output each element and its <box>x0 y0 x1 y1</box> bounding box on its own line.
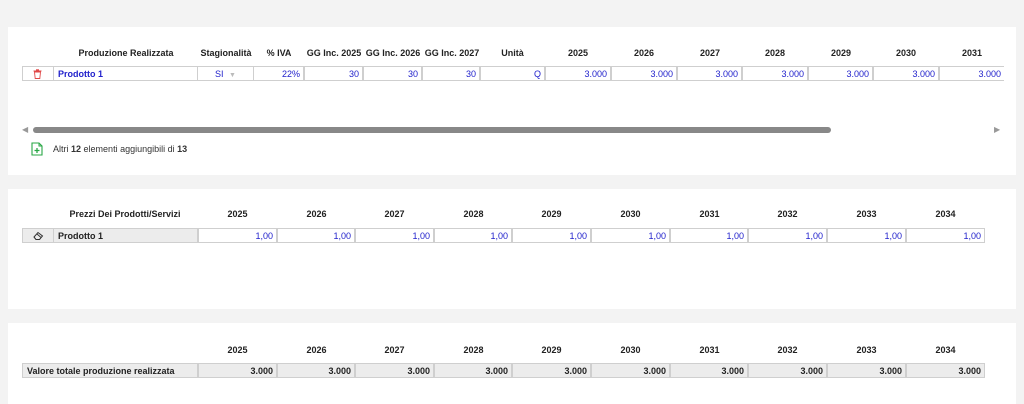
eraser-icon[interactable] <box>32 230 44 241</box>
header-year: 2031 <box>699 209 720 219</box>
scroll-left-arrow[interactable]: ◀ <box>22 125 28 134</box>
value-input[interactable]: 3.000 <box>611 66 677 81</box>
header-year: 2027 <box>384 209 405 219</box>
price-input[interactable]: 1,00 <box>591 228 670 243</box>
header-gg-2027: GG Inc. 2027 <box>424 48 480 58</box>
price-input[interactable]: 1,00 <box>355 228 434 243</box>
total-value: 3.000 <box>670 363 748 378</box>
value-input[interactable]: 3.000 <box>873 66 939 81</box>
header-year: 2029 <box>541 345 562 355</box>
total-value: 3.000 <box>277 363 355 378</box>
note-prefix: Altri <box>53 144 69 154</box>
total-value: 3.000 <box>827 363 906 378</box>
value-input[interactable]: 3.000 <box>939 66 1004 81</box>
unit-input[interactable]: Q <box>480 66 545 81</box>
header-year: 2027 <box>384 345 405 355</box>
header-year: 2030 <box>620 209 641 219</box>
prices-card <box>8 189 1016 309</box>
note-middle: elementi aggiungibili di <box>83 144 175 154</box>
prices-title: Prezzi Dei Prodotti/Servizi <box>69 209 181 219</box>
price-input[interactable]: 1,00 <box>827 228 906 243</box>
header-year: 2032 <box>777 209 798 219</box>
header-year: 2032 <box>777 345 798 355</box>
header-year: 2028 <box>463 209 484 219</box>
header-year: 2026 <box>306 345 327 355</box>
header-year: 2027 <box>699 48 721 58</box>
gg-2026-input[interactable]: 30 <box>363 66 422 81</box>
gg-2027-input[interactable]: 30 <box>422 66 480 81</box>
price-input[interactable]: 1,00 <box>748 228 827 243</box>
total-value: 3.000 <box>355 363 434 378</box>
header-year: 2033 <box>856 345 877 355</box>
header-year: 2025 <box>227 345 248 355</box>
gg-2025-input[interactable]: 30 <box>304 66 363 81</box>
header-year: 2034 <box>935 209 956 219</box>
header-year: 2028 <box>463 345 484 355</box>
horizontal-scrollbar[interactable] <box>33 127 831 133</box>
value-input[interactable]: 3.000 <box>677 66 742 81</box>
value-input[interactable]: 3.000 <box>545 66 611 81</box>
header-year: 2031 <box>699 345 720 355</box>
header-year: 2026 <box>306 209 327 219</box>
trash-icon[interactable] <box>32 68 43 79</box>
header-year: 2034 <box>935 345 956 355</box>
header-gg-2025: GG Inc. 2025 <box>306 48 362 58</box>
note-count: 12 <box>71 144 82 154</box>
total-value: 3.000 <box>512 363 591 378</box>
stagionalita-select[interactable]: SI ▼ <box>197 66 254 81</box>
total-value: 3.000 <box>434 363 512 378</box>
price-input[interactable]: 1,00 <box>670 228 748 243</box>
note-total: 13 <box>177 144 188 154</box>
dropdown-icon: ▼ <box>229 72 236 79</box>
total-value: 3.000 <box>906 363 985 378</box>
header-year: 2031 <box>961 48 983 58</box>
price-product-name: Prodotto 1 <box>53 228 198 243</box>
add-file-icon[interactable] <box>30 141 44 157</box>
header-gg-2026: GG Inc. 2026 <box>365 48 421 58</box>
total-value: 3.000 <box>198 363 277 378</box>
header-year: 2029 <box>541 209 562 219</box>
header-iva: % IVA <box>266 48 292 58</box>
header-produzione: Produzione Realizzata <box>78 48 174 58</box>
price-input[interactable]: 1,00 <box>198 228 277 243</box>
scroll-right-arrow[interactable]: ▶ <box>994 125 1000 134</box>
stagionalita-value: SI <box>215 69 224 79</box>
header-year: 2030 <box>620 345 641 355</box>
header-year: 2030 <box>895 48 917 58</box>
header-year: 2025 <box>227 209 248 219</box>
header-unita: Unità <box>501 48 524 58</box>
product-name-cell[interactable]: Prodotto 1 <box>53 66 198 81</box>
total-label: Valore totale produzione realizzata <box>22 363 198 378</box>
price-input[interactable]: 1,00 <box>434 228 512 243</box>
total-value: 3.000 <box>591 363 670 378</box>
value-input[interactable]: 3.000 <box>808 66 873 81</box>
price-input[interactable]: 1,00 <box>277 228 355 243</box>
header-year: 2026 <box>633 48 655 58</box>
price-input[interactable]: 1,00 <box>906 228 985 243</box>
add-elements-note: Altri 12 elementi aggiungibili di 13 <box>53 144 187 154</box>
total-value: 3.000 <box>748 363 827 378</box>
header-year: 2025 <box>567 48 589 58</box>
header-year: 2033 <box>856 209 877 219</box>
value-input[interactable]: 3.000 <box>742 66 808 81</box>
header-year: 2028 <box>764 48 786 58</box>
price-input[interactable]: 1,00 <box>512 228 591 243</box>
iva-input[interactable]: 22% <box>253 66 304 81</box>
header-stagionalita: Stagionalità <box>200 48 252 58</box>
header-year: 2029 <box>830 48 852 58</box>
